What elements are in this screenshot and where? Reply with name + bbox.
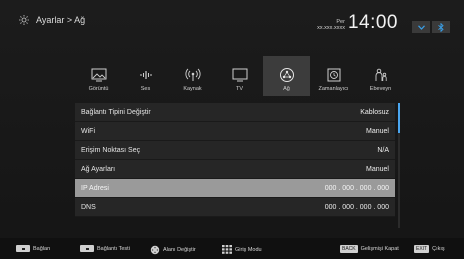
hint-connection-test: Bağlantı Testi (80, 245, 130, 252)
list-item[interactable]: Erişim Noktası Seç N/A (75, 141, 395, 160)
hint-label: Bağlan (33, 245, 51, 252)
setting-value: N/A (377, 146, 389, 154)
clock-time: 14:00 (347, 12, 398, 33)
hint-exit: EXIT Çıkış (414, 245, 445, 253)
hint-connect: Bağlan (16, 245, 50, 252)
menu-item-picture[interactable]: Görüntü (75, 56, 122, 96)
status-icons (412, 21, 450, 33)
menu-label: TV (235, 86, 244, 92)
network-settings-list: Bağlantı Tipini Değiştir Kablosuz WiFi M… (75, 103, 395, 217)
gear-icon (19, 15, 29, 25)
scrollbar-thumb[interactable] (398, 103, 400, 133)
menu-item-network[interactable]: Ağ (263, 56, 310, 96)
list-item[interactable]: Bağlantı Tipini Değiştir Kablosuz (75, 103, 395, 122)
setting-label: IP Adresi (81, 184, 109, 192)
timer-icon (327, 68, 340, 82)
exit-key: EXIT (414, 245, 430, 253)
bluetooth-icon (432, 21, 450, 33)
footer-hints: Bağlan Bağlantı Testi Alanı Değiştir Gir… (0, 238, 464, 259)
setting-label: DNS (81, 203, 96, 211)
hint-change-field: Alanı Değiştir (150, 245, 196, 255)
ok-key-icon (16, 245, 30, 252)
menu-label: Ses (140, 86, 151, 92)
picture-icon (91, 68, 106, 82)
menu-item-sound[interactable]: Ses (122, 56, 169, 96)
menu-item-parental[interactable]: Ebeveyn (357, 56, 404, 96)
source-icon (184, 68, 201, 81)
header: Ayarlar > Ağ Per xx.xxx.xxxx 14:00 (0, 0, 464, 50)
setting-label: Ağ Ayarları (81, 165, 116, 173)
hint-label: Çıkış (432, 246, 445, 252)
list-item[interactable]: WiFi Manuel (75, 122, 395, 141)
menu-label: Ağ (283, 86, 290, 92)
hint-label: Bağlantı Testi (97, 245, 130, 252)
breadcrumb: Ayarlar > Ağ (18, 14, 85, 26)
hint-label: Gelişmişi Kapat (360, 246, 399, 252)
breadcrumb-text: Ayarlar > Ağ (36, 15, 86, 25)
hint-label: Alanı Değiştir (163, 247, 196, 253)
hint-label: Giriş Modu (235, 246, 262, 253)
menu-label: Görüntü (88, 86, 109, 92)
hint-back: BACK Gelişmişi Kapat (340, 245, 399, 253)
sound-icon (140, 71, 151, 79)
tv-settings-screen: Ayarlar > Ağ Per xx.xxx.xxxx 14:00 Görün… (0, 0, 464, 259)
navigation-keys-icon (150, 245, 160, 255)
clock-date-value: xx.xxx.xxxx (317, 25, 345, 31)
remote-key-icon (80, 245, 94, 252)
menu-item-tv[interactable]: TV (216, 56, 263, 96)
menu-item-source[interactable]: Kaynak (169, 56, 216, 96)
list-item[interactable]: Ağ Ayarları Manuel (75, 160, 395, 179)
network-icon (279, 68, 294, 82)
setting-value: 000 . 000 . 000 . 000 (324, 203, 389, 211)
numeric-keys-icon (222, 245, 232, 254)
setting-value: Manuel (366, 127, 389, 135)
scrollbar[interactable] (398, 103, 400, 228)
menu-label: Zamanlayıcı (318, 86, 349, 92)
chevron-down-icon (412, 21, 430, 33)
settings-menu-bar: Görüntü Ses Kaynak TV Ağ Zamanlayıcı Ebe… (75, 56, 405, 96)
clock-date: Per xx.xxx.xxxx (317, 19, 345, 33)
clock: Per xx.xxx.xxxx 14:00 (317, 13, 398, 33)
setting-label: Bağlantı Tipini Değiştir (81, 108, 151, 116)
setting-label: WiFi (81, 127, 95, 135)
setting-label: Erişim Noktası Seç (81, 146, 141, 154)
hint-input-mode: Giriş Modu (222, 245, 262, 254)
parental-icon (375, 68, 387, 81)
back-key: BACK (340, 245, 358, 253)
menu-label: Kaynak (183, 86, 202, 92)
list-item[interactable]: DNS 000 . 000 . 000 . 000 (75, 198, 395, 217)
setting-value: Manuel (366, 165, 389, 173)
list-item-selected[interactable]: IP Adresi 000 . 000 . 000 . 000 (75, 179, 395, 198)
setting-value: 000 . 000 . 000 . 000 (324, 184, 389, 192)
setting-value: Kablosuz (360, 108, 389, 116)
menu-item-timer[interactable]: Zamanlayıcı (310, 56, 357, 96)
tv-icon (232, 68, 247, 82)
menu-label: Ebeveyn (369, 86, 392, 92)
